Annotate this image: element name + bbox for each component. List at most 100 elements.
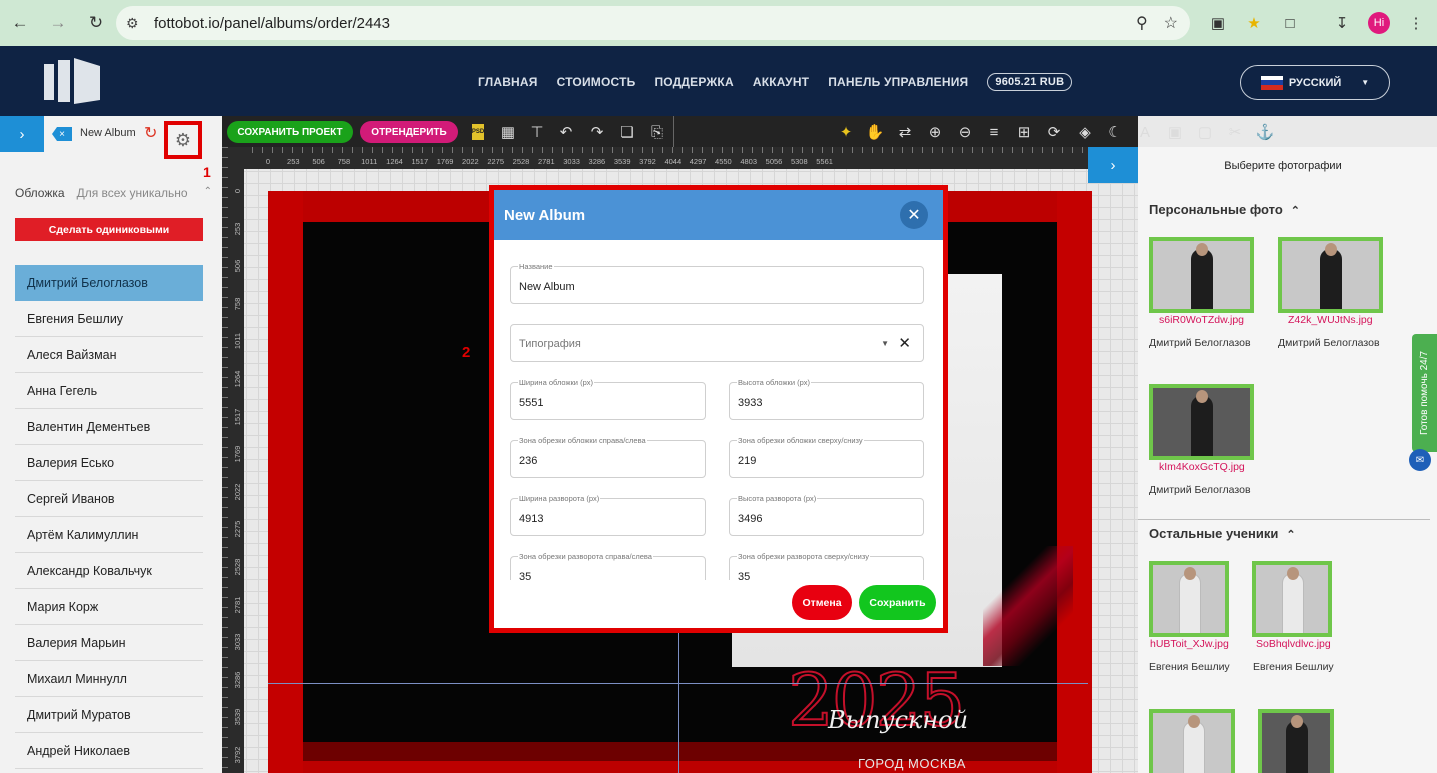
extension-scout-icon[interactable]: ★ bbox=[1242, 11, 1266, 35]
site-settings-icon[interactable]: ⚙ bbox=[126, 15, 146, 32]
cover-crop-tb-field[interactable]: Зона обрезки обложки сверху/снизу 219 bbox=[729, 436, 924, 478]
field-value[interactable]: 3933 bbox=[738, 397, 762, 409]
student-item[interactable]: Евгения Бешлиу bbox=[15, 301, 203, 337]
student-item[interactable]: Валерия Еськo bbox=[15, 445, 203, 481]
cover-mode[interactable]: Для всех уникально bbox=[77, 186, 188, 200]
psd-icon[interactable]: PSD bbox=[472, 124, 484, 140]
field-value[interactable]: 35 bbox=[738, 571, 750, 580]
nav-support[interactable]: ПОДДЕРЖКА bbox=[654, 75, 733, 89]
make-same-button[interactable]: Сделать одиниковыми bbox=[15, 218, 203, 241]
forward-icon[interactable]: → bbox=[46, 11, 70, 35]
student-item[interactable]: Артём Калимуллин bbox=[15, 517, 203, 553]
spread-crop-lr-field[interactable]: Зона обрезки разворота справа/слева 35 bbox=[510, 552, 706, 580]
student-item[interactable]: Мария Корж bbox=[15, 589, 203, 625]
url-text[interactable]: fottobot.io/panel/albums/order/2443 bbox=[154, 15, 390, 32]
paste-icon[interactable]: ⎘ bbox=[647, 122, 667, 142]
photo-thumbnail[interactable] bbox=[1252, 561, 1332, 637]
chevron-up-icon[interactable]: ⌃ bbox=[1291, 205, 1300, 217]
address-bar[interactable]: ⚙ fottobot.io/panel/albums/order/2443 ⚲ … bbox=[116, 6, 1190, 40]
spread-crop-tb-field[interactable]: Зона обрезки разворота сверху/снизу 35 bbox=[729, 552, 924, 580]
profile-avatar[interactable]: Hi bbox=[1368, 12, 1390, 34]
rotate-icon[interactable]: ⟳ bbox=[1044, 122, 1064, 142]
nav-home[interactable]: ГЛАВНАЯ bbox=[478, 75, 538, 89]
album-tab-title[interactable]: New Album bbox=[80, 127, 136, 139]
moon-icon[interactable]: ☾ bbox=[1105, 122, 1125, 142]
extensions-puzzle-icon[interactable]: □ bbox=[1278, 11, 1302, 35]
extension-translate-icon[interactable]: ▣ bbox=[1206, 11, 1230, 35]
clear-icon[interactable]: ✕ bbox=[898, 334, 911, 352]
balance-badge[interactable]: 9605.21 RUB bbox=[987, 73, 1073, 91]
add-image-icon[interactable]: ▦ bbox=[498, 122, 518, 142]
save-button[interactable]: Сохранить bbox=[859, 585, 936, 620]
back-icon[interactable]: ← bbox=[8, 11, 32, 35]
photo-thumbnail[interactable] bbox=[1149, 561, 1229, 637]
field-value[interactable]: 219 bbox=[738, 455, 756, 467]
tag-close-icon[interactable]: × bbox=[52, 127, 72, 141]
spread-width-field[interactable]: Ширина разворота (px) 4913 bbox=[510, 494, 706, 536]
render-button[interactable]: ОТРЕНДЕРИТЬ bbox=[360, 121, 458, 143]
save-project-button[interactable]: СОХРАНИТЬ ПРОЕКТ bbox=[227, 121, 353, 143]
undo-icon[interactable]: ↶ bbox=[556, 122, 576, 142]
frame-icon[interactable]: ▢ bbox=[1195, 122, 1215, 142]
reload-icon[interactable]: ↻ bbox=[84, 11, 108, 35]
photo-thumbnail[interactable] bbox=[1149, 237, 1254, 313]
student-item[interactable]: Михаил Миннулл bbox=[15, 661, 203, 697]
field-value[interactable]: 5551 bbox=[519, 397, 543, 409]
cover-height-field[interactable]: Высота обложки (px) 3933 bbox=[729, 378, 924, 420]
bookmark-star-icon[interactable]: ☆ bbox=[1164, 13, 1178, 33]
field-value[interactable]: 236 bbox=[519, 455, 537, 467]
zoom-in-icon[interactable]: ⊕ bbox=[925, 122, 945, 142]
download-icon[interactable]: ↧ bbox=[1330, 11, 1354, 35]
cover-script-title[interactable]: Выпускной bbox=[828, 706, 968, 734]
student-item[interactable]: Александр Ковальчук bbox=[15, 553, 203, 589]
left-panel-toggle[interactable]: › bbox=[0, 116, 44, 152]
photo-thumbnail[interactable] bbox=[1258, 709, 1334, 773]
settings-gear-icon[interactable]: ⚙ bbox=[164, 121, 202, 159]
field-value[interactable]: 3496 bbox=[738, 513, 762, 525]
cover-city[interactable]: ГОРОД МОСКВА bbox=[858, 756, 966, 771]
zoom-icon[interactable]: ⚲ bbox=[1136, 13, 1148, 33]
crop-icon[interactable]: ⊞ bbox=[1014, 122, 1034, 142]
nav-account[interactable]: АККАУНТ bbox=[753, 75, 809, 89]
field-value[interactable]: 4913 bbox=[519, 513, 543, 525]
chevron-up-icon[interactable]: ⌃ bbox=[204, 186, 212, 200]
other-students-section[interactable]: Остальные ученики ⌃ bbox=[1149, 526, 1296, 541]
chat-icon[interactable]: ✉ bbox=[1409, 449, 1431, 471]
photo-thumbnail[interactable] bbox=[1149, 709, 1235, 773]
layers-icon[interactable]: ◈ bbox=[1075, 122, 1095, 142]
field-value[interactable]: New Album bbox=[519, 281, 575, 293]
site-logo[interactable] bbox=[44, 58, 100, 104]
hand-icon[interactable]: ✋ bbox=[865, 122, 885, 142]
student-item[interactable]: Дмитрий Муратов bbox=[15, 697, 203, 733]
student-item[interactable]: Валентин Дементьев bbox=[15, 409, 203, 445]
chevron-up-icon[interactable]: ⌃ bbox=[1286, 529, 1295, 541]
zoom-out-icon[interactable]: ⊖ bbox=[955, 122, 975, 142]
scissors-icon[interactable]: ✂ bbox=[1225, 122, 1245, 142]
swap-icon[interactable]: ⇄ bbox=[895, 122, 915, 142]
personal-photos-section[interactable]: Персональные фото ⌃ bbox=[1149, 202, 1300, 217]
cover-crop-lr-field[interactable]: Зона обрезки обложки справа/слева 236 bbox=[510, 436, 706, 478]
magic-icon[interactable]: ✦ bbox=[836, 122, 856, 142]
cover-width-field[interactable]: Ширина обложки (px) 5551 bbox=[510, 378, 706, 420]
spread-height-field[interactable]: Высота разворота (px) 3496 bbox=[729, 494, 924, 536]
photo-thumbnail[interactable] bbox=[1278, 237, 1383, 313]
redo-icon[interactable]: ↷ bbox=[587, 122, 607, 142]
align-icon[interactable]: ≡ bbox=[984, 122, 1004, 142]
text-color-icon[interactable]: A bbox=[1135, 122, 1155, 142]
close-icon[interactable]: ✕ bbox=[900, 201, 928, 229]
copy-icon[interactable]: ❏ bbox=[617, 122, 637, 142]
refresh-icon[interactable]: ↻ bbox=[144, 123, 157, 143]
chevron-down-icon[interactable]: ▼ bbox=[881, 339, 889, 348]
right-panel-toggle[interactable]: › bbox=[1088, 147, 1138, 183]
browser-menu-icon[interactable]: ⋮ bbox=[1404, 11, 1428, 35]
nav-pricing[interactable]: СТОИМОСТЬ bbox=[557, 75, 636, 89]
student-item[interactable]: Валерия Марьин bbox=[15, 625, 203, 661]
printing-select[interactable]: Типография ▼ ✕ bbox=[510, 324, 924, 362]
album-name-field[interactable]: Название New Album bbox=[510, 262, 924, 304]
image-icon[interactable]: ▣ bbox=[1165, 122, 1185, 142]
cancel-button[interactable]: Отмена bbox=[792, 585, 852, 620]
field-value[interactable]: 35 bbox=[519, 571, 531, 580]
photo-thumbnail[interactable] bbox=[1149, 384, 1254, 460]
student-item[interactable]: Дмитрий Белоглазов bbox=[15, 265, 203, 301]
text-tool-icon[interactable]: ⊤ bbox=[527, 122, 547, 142]
